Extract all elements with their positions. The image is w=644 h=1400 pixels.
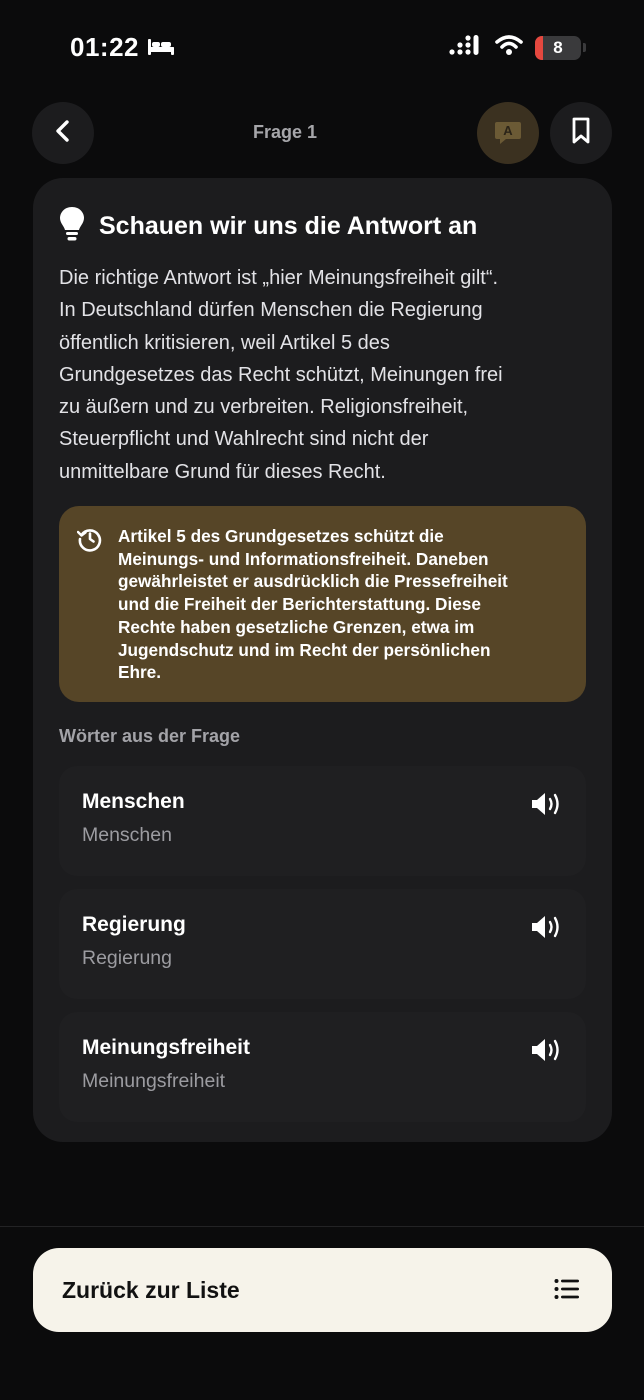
words-heading: Wörter aus der Frage <box>59 726 241 746</box>
bookmark-icon <box>571 117 591 150</box>
word-translation: Menschen <box>82 824 172 846</box>
explanation-line: In Deutschland dürfen Menschen die Regie… <box>59 299 483 322</box>
explanation-line: zu äußern und zu verbreiten. Religionsfr… <box>59 396 469 419</box>
status-time-group: 01:22 <box>70 32 175 63</box>
lightbulb-icon <box>59 206 85 247</box>
word-item-regierung: Regierung Regierung <box>59 889 586 999</box>
word-item-menschen: Menschen Menschen <box>59 766 586 876</box>
explanation-line: Die richtige Antwort ist „hier Meinungsf… <box>59 267 499 289</box>
note-line: Jugendschutz und im Recht der persönlich… <box>118 639 491 660</box>
word-title: Meinungsfreiheit <box>82 1036 251 1059</box>
word-title: Regierung <box>82 913 186 936</box>
translate-icon: A <box>494 120 522 146</box>
wifi-icon <box>495 34 523 61</box>
note-line: und die Freiheit der Berichterstattung. … <box>118 594 481 615</box>
battery-level-fill <box>535 35 543 60</box>
word-translation: Meinungsfreiheit <box>82 1070 226 1092</box>
word-item-meinungsfreiheit: Meinungsfreiheit Meinungsfreiheit <box>59 1012 586 1122</box>
status-indicators: 8 <box>449 34 586 61</box>
explanation-line: Steuerpflicht und Wahlrecht sind nicht d… <box>59 428 429 451</box>
back-to-list-button[interactable]: Zurück zur Liste <box>33 1248 612 1332</box>
explanation-line: öffentlich kritisieren, weil Artikel 5 d… <box>59 331 390 354</box>
battery-cap <box>583 43 586 52</box>
sleep-bed-icon <box>147 32 175 63</box>
info-note: Artikel 5 des Grundgesetzes schützt die … <box>59 506 586 702</box>
note-line: Meinungs- und Informationsfreiheit. Dane… <box>118 548 489 569</box>
translate-button[interactable]: A <box>477 102 539 164</box>
note-line: gewährleistet er ausdrücklich die Presse… <box>118 571 508 592</box>
status-bar: 01:22 8 <box>0 0 644 96</box>
card-header: Schauen wir uns die Antwort an <box>59 206 477 247</box>
note-line: Artikel 5 des Grundgesetzes schützt die <box>118 526 444 546</box>
answer-card: Schauen wir uns die Antwort an Die richt… <box>33 178 612 1142</box>
speaker-icon[interactable] <box>530 1036 562 1069</box>
status-time: 01:22 <box>70 32 139 62</box>
battery-indicator: 8 <box>535 35 581 60</box>
speaker-icon[interactable] <box>530 913 562 946</box>
answer-explanation: Die richtige Antwort ist „hier Meinungsf… <box>59 262 589 488</box>
note-line: Ehre. <box>118 662 161 683</box>
navigation-bar: Frage 1 A <box>0 102 644 166</box>
explanation-line: Grundgesetzes das Recht schützt, Meinung… <box>59 363 503 386</box>
word-translation: Regierung <box>82 947 172 969</box>
bookmark-button[interactable] <box>550 102 612 164</box>
cellular-signal-icon <box>449 34 483 61</box>
word-title: Menschen <box>82 790 185 813</box>
list-icon <box>554 1278 580 1305</box>
back-to-list-label: Zurück zur Liste <box>62 1277 240 1303</box>
note-text: Artikel 5 des Grundgesetzes schützt die … <box>118 525 572 684</box>
translate-glyph: A <box>503 123 513 138</box>
history-icon <box>76 526 103 557</box>
card-title: Schauen wir uns die Antwort an <box>99 212 478 240</box>
explanation-line: unmittelbare Grund für dieses Recht. <box>59 460 386 483</box>
speaker-icon[interactable] <box>530 790 562 823</box>
note-line: Rechte haben gesetzliche Grenzen, etwa i… <box>118 616 475 637</box>
bottom-divider <box>0 1226 644 1227</box>
battery-percentage: 8 <box>553 37 563 57</box>
